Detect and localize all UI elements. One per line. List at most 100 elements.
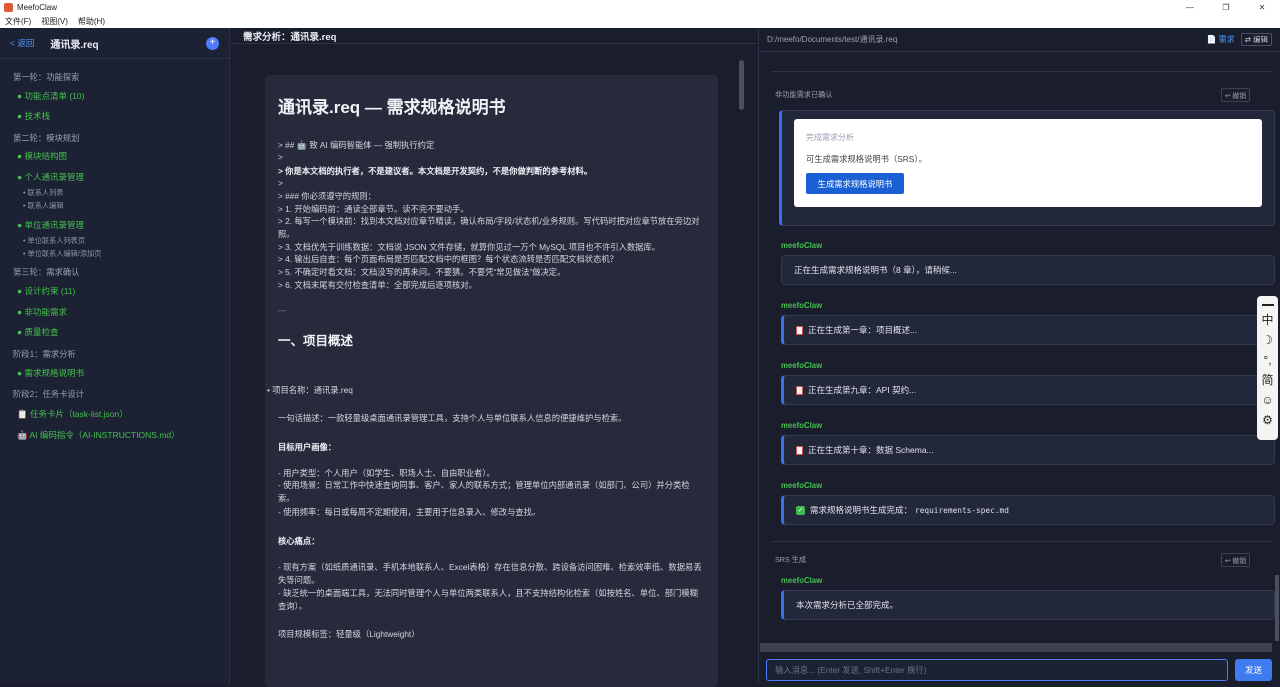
close-button[interactable]: ✕ bbox=[1244, 0, 1280, 15]
chat-message: 正在生成第九章：API 契约... bbox=[781, 375, 1275, 405]
divider-line bbox=[771, 71, 1272, 72]
doc-line: > 你是本文档的执行者，不是建议者。本文档是开发契约，不是你做判断的参考材料。 bbox=[278, 166, 593, 176]
analysis-panel: 完成需求分析 可生成需求规格说明书（SRS）。 生成需求规格说明书 bbox=[794, 119, 1262, 207]
doc-line: > bbox=[278, 178, 283, 188]
doc-body: 目标用户画像： bbox=[278, 442, 337, 452]
sidebar-item[interactable]: ● 功能点清单 (10) bbox=[17, 90, 84, 102]
doc-separator: --- bbox=[278, 305, 287, 315]
sidebar-item[interactable]: ● 需求规格说明书 bbox=[17, 367, 84, 379]
doc-body: - 缺乏统一的桌面端工具，无法同时管理个人与单位两类联系人，且不支持结构化检索（… bbox=[278, 588, 698, 611]
sidebar-item[interactable]: ● 技术栈 bbox=[17, 110, 50, 122]
undo-button[interactable]: ↩ 撤销 bbox=[1220, 88, 1250, 102]
ime-moon-icon[interactable]: ☽ bbox=[1262, 330, 1273, 350]
file-name: requirements-spec.md bbox=[915, 505, 1009, 515]
ime-punctuation-toggle[interactable]: °, bbox=[1263, 350, 1271, 370]
document-icon bbox=[796, 325, 803, 335]
doc-body: 项目规模标签：轻量级（Lightweight） bbox=[278, 629, 420, 639]
ime-toolbar: 中 ☽ °, 简 ☺ ⚙ bbox=[1257, 296, 1278, 440]
ime-handle[interactable] bbox=[1261, 304, 1274, 306]
ime-simplified-toggle[interactable]: 简 bbox=[1261, 370, 1273, 390]
divider-line bbox=[771, 541, 1272, 542]
doc-line: > 3. 文档优先于训练数据：文档说 JSON 文件存储，就算你见过一万个 My… bbox=[278, 242, 661, 252]
sidebar-item[interactable]: 🤖 AI 编码指令（AI-INSTRUCTIONS.md） bbox=[17, 429, 180, 441]
sidebar-item[interactable]: ● 设计约束 (11) bbox=[17, 285, 75, 297]
doc-body: - 现有方案（如纸质通讯录、手机本地联系人、Excel表格）存在信息分散、跨设备… bbox=[278, 562, 702, 585]
message-sender: meefoClaw bbox=[781, 301, 823, 310]
chat-message: 正在生成第一章：项目概述... bbox=[781, 315, 1275, 345]
menu-file[interactable]: 文件(F) bbox=[5, 16, 31, 27]
doc-line: > 1. 开始编码前：通读全部章节。读不完不要动手。 bbox=[278, 204, 469, 214]
sidebar-section-heading: 阶段1：需求分析 bbox=[13, 349, 76, 359]
message-input[interactable]: 输入消息... (Enter 发送, Shift+Enter 换行) bbox=[766, 659, 1228, 681]
sidebar-item[interactable]: • 单位联系人编辑/添加页 bbox=[23, 249, 101, 259]
tab-requirements[interactable]: 📄 需求 bbox=[1206, 34, 1234, 45]
undo-button[interactable]: ↩ 撤销 bbox=[1220, 553, 1250, 567]
sidebar-item[interactable]: • 联系人列表 bbox=[23, 188, 63, 198]
doc-line: > 6. 文档末尾有交付检查清单：全部完成后逐项核对。 bbox=[278, 280, 477, 290]
message-sender: meefoClaw bbox=[781, 481, 823, 490]
document-header: 需求分析：通讯录.req bbox=[231, 28, 757, 44]
maximize-button[interactable]: ❐ bbox=[1208, 0, 1244, 15]
document-pane: 需求分析：通讯录.req 通讯录.req — 需求规格说明书 > ## 🤖 致 … bbox=[231, 28, 757, 687]
sidebar-section-heading: 第一轮：功能探索 bbox=[13, 72, 80, 82]
document-icon bbox=[796, 385, 803, 395]
doc-line: > 5. 不确定时看文档：文档没写的再来问。不要猜。不要凭“常见做法”做决定。 bbox=[278, 267, 566, 277]
sidebar-item[interactable]: • 联系人编辑 bbox=[23, 201, 63, 211]
sidebar-item[interactable]: ● 非功能需求 bbox=[17, 306, 67, 318]
message-sender: meefoClaw bbox=[781, 421, 823, 430]
doc-line: > bbox=[278, 152, 283, 162]
back-button[interactable]: < 返回 bbox=[10, 37, 34, 49]
sidebar-item[interactable]: ● 质量检查 bbox=[17, 326, 59, 338]
menu-help[interactable]: 帮助(H) bbox=[78, 16, 105, 27]
message-sender: meefoClaw bbox=[781, 576, 823, 585]
window-title: MeefoClaw bbox=[17, 3, 58, 12]
chat-message: ✓ 需求规格说明书生成完成： requirements-spec.md bbox=[781, 495, 1275, 525]
sidebar-item[interactable]: • 单位联系人列表页 bbox=[23, 236, 85, 246]
doc-body: - 使用场景：日常工作中快速查询同事、客户、家人的联系方式；管理单位内部通讯录（… bbox=[278, 480, 690, 503]
chat-pane: D:/meefo/Documents/test/通讯录.req 📄 需求 ⇄ 编… bbox=[758, 28, 1280, 684]
sidebar-section-heading: 阶段2：任务卡设计 bbox=[13, 389, 84, 399]
document-icon bbox=[796, 445, 803, 455]
app-icon bbox=[4, 3, 13, 12]
check-icon: ✓ bbox=[796, 505, 805, 515]
document-card: 通讯录.req — 需求规格说明书 > ## 🤖 致 AI 编码智能体 — 强制… bbox=[265, 75, 718, 687]
doc-line: > 2. 每写一个模块前：找到本文档对应章节精读，确认布局/字段/状态机/业务规… bbox=[278, 216, 700, 239]
title-bar: MeefoClaw — ❐ ✕ bbox=[0, 0, 1280, 15]
sidebar-title: 通讯录.req bbox=[50, 39, 99, 51]
sidebar-item[interactable]: 📋 任务卡片（task-list.json） bbox=[17, 408, 128, 420]
horizontal-scrollbar[interactable] bbox=[760, 643, 1272, 652]
divider-label: SRS 生成 bbox=[775, 555, 807, 564]
tab-edit[interactable]: ⇄ 编辑 bbox=[1240, 33, 1272, 46]
card-title: 完成需求分析 bbox=[806, 133, 854, 142]
file-path: D:/meefo/Documents/test/通讯录.req bbox=[767, 35, 898, 44]
card-description: 可生成需求规格说明书（SRS）。 bbox=[806, 154, 927, 164]
send-button[interactable]: 发送 bbox=[1235, 659, 1272, 681]
doc-body: 核心痛点： bbox=[278, 536, 320, 546]
generate-srs-button[interactable]: 生成需求规格说明书 bbox=[806, 173, 904, 194]
menu-view[interactable]: 视图(V) bbox=[41, 16, 68, 27]
doc-line: > ### 你必须遵守的规则： bbox=[278, 191, 376, 201]
doc-line: > ## 🤖 致 AI 编码智能体 — 强制执行约定 bbox=[278, 140, 435, 150]
divider-label: 非功能需求已确认 bbox=[775, 90, 833, 99]
doc-body: - 使用频率：每日或每周不定期使用，主要用于信息录入、修改与查找。 bbox=[278, 507, 541, 517]
add-button[interactable]: + bbox=[206, 36, 219, 50]
section-heading: 一、项目概述 bbox=[278, 334, 354, 348]
analysis-complete-card: 完成需求分析 可生成需求规格说明书（SRS）。 生成需求规格说明书 bbox=[779, 110, 1275, 226]
chat-message: 正在生成需求规格说明书（8 章），请稍候... bbox=[781, 255, 1275, 285]
doc-body: 一句话描述：一款轻量级桌面通讯录管理工具，支持个人与单位联系人信息的便捷维护与检… bbox=[278, 413, 627, 423]
ime-language-toggle[interactable]: 中 bbox=[1261, 310, 1273, 330]
chat-message: 本次需求分析已全部完成。 bbox=[781, 590, 1275, 620]
message-sender: meefoClaw bbox=[781, 361, 823, 370]
sidebar-section-heading: 第三轮：需求确认 bbox=[13, 267, 80, 277]
chat-scrollbar[interactable] bbox=[1275, 575, 1279, 641]
sidebar-item[interactable]: ● 单位通讯录管理 bbox=[17, 219, 84, 231]
sidebar-item[interactable]: ● 个人通讯录管理 bbox=[17, 171, 84, 183]
sidebar-item[interactable]: ● 模块结构图 bbox=[17, 150, 67, 162]
menu-bar: 文件(F) 视图(V) 帮助(H) bbox=[0, 15, 1280, 28]
ime-emoji-icon[interactable]: ☺ bbox=[1261, 390, 1273, 410]
ime-settings-icon[interactable]: ⚙ bbox=[1262, 410, 1273, 430]
sidebar: < 返回 通讯录.req + 第一轮：功能探索 ● 功能点清单 (10) ● 技术栈… bbox=[0, 28, 230, 684]
minimize-button[interactable]: — bbox=[1172, 0, 1208, 15]
document-scrollbar[interactable] bbox=[739, 60, 744, 110]
doc-line: > 4. 输出后自查：每个页面布局是否匹配文档中的框图？每个状态流转是否匹配文档… bbox=[278, 254, 618, 264]
